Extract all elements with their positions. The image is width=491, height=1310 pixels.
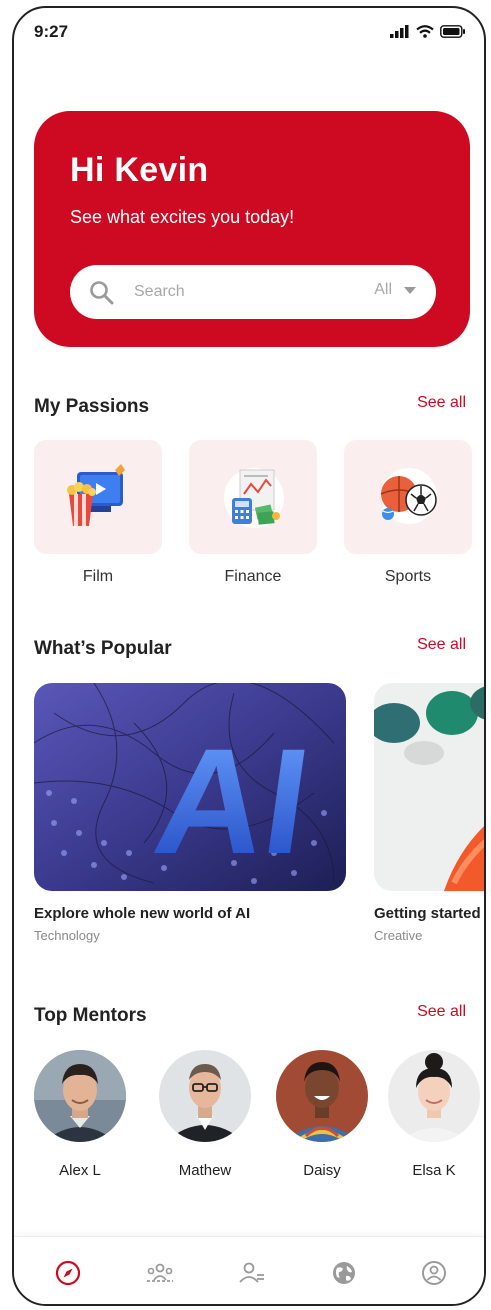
greeting-subtitle: See what excites you today! bbox=[70, 207, 295, 227]
status-time: 9:27 bbox=[34, 22, 69, 41]
popular-card-category: Technology bbox=[34, 928, 100, 943]
passion-label: Sports bbox=[384, 568, 432, 585]
sports-icon bbox=[380, 468, 437, 524]
avatar[interactable] bbox=[34, 1050, 126, 1142]
passions-see-all-link[interactable]: See all bbox=[417, 394, 466, 412]
passions-title: My Passions bbox=[34, 396, 150, 417]
mentor-name: Mathew bbox=[178, 1162, 232, 1179]
passion-label: Finance bbox=[224, 568, 282, 585]
passion-card[interactable] bbox=[344, 440, 472, 554]
mentor-item-elsa[interactable]: Elsa K bbox=[388, 1050, 480, 1179]
popular-card-category: Creative bbox=[374, 928, 423, 943]
greeting-title: Hi Kevin bbox=[70, 151, 209, 189]
profile-icon bbox=[422, 1261, 446, 1285]
tab-explore[interactable] bbox=[48, 1255, 88, 1291]
avatar[interactable] bbox=[276, 1050, 368, 1142]
popular-title: What’s Popular bbox=[34, 638, 172, 659]
tab-mentors[interactable] bbox=[232, 1255, 272, 1291]
phone-frame: 9:27 Hi Kevin See what excites you today bbox=[12, 6, 486, 1306]
mentor-item-alex[interactable]: Alex L bbox=[34, 1050, 126, 1179]
avatar[interactable] bbox=[159, 1050, 251, 1142]
filter-value: All bbox=[374, 281, 392, 298]
passion-item-finance[interactable]: Finance bbox=[189, 440, 317, 586]
popular-card-ai[interactable]: AI Explore whole new world of AI Technol… bbox=[34, 683, 346, 943]
popular-card-title: Explore whole new world of AI bbox=[34, 905, 251, 922]
mentors-title: Top Mentors bbox=[34, 1005, 147, 1026]
status-icons bbox=[390, 25, 466, 38]
passion-card[interactable] bbox=[34, 440, 162, 554]
popular-see-all-link[interactable]: See all bbox=[417, 636, 466, 654]
mentors-icon bbox=[239, 1262, 264, 1283]
popular-card-image[interactable] bbox=[374, 683, 484, 891]
mentor-name: Elsa K bbox=[412, 1162, 456, 1179]
passion-item-sports[interactable]: Sports bbox=[344, 440, 472, 586]
search-bar[interactable]: All bbox=[70, 265, 436, 319]
popular-card-image[interactable]: AI bbox=[34, 683, 346, 891]
finance-icon bbox=[224, 468, 284, 528]
search-input[interactable] bbox=[134, 281, 334, 303]
film-icon bbox=[67, 464, 125, 526]
compass-icon bbox=[55, 1260, 81, 1286]
passion-card[interactable] bbox=[189, 440, 317, 554]
passion-item-film[interactable]: Film bbox=[34, 440, 162, 586]
tab-discover[interactable] bbox=[324, 1255, 364, 1291]
chevron-down-icon bbox=[404, 286, 416, 294]
mentor-item-daisy[interactable]: Daisy bbox=[276, 1050, 368, 1179]
mentor-name: Alex L bbox=[59, 1162, 101, 1179]
mentors-see-all-link[interactable]: See all bbox=[417, 1003, 466, 1021]
globe-icon bbox=[333, 1262, 355, 1284]
popular-card-creative[interactable]: Getting started Creative bbox=[374, 683, 484, 943]
ai-image-text: AI bbox=[146, 718, 319, 885]
bottom-tab-bar bbox=[14, 1236, 484, 1304]
community-icon bbox=[147, 1263, 173, 1282]
search-filter-dropdown[interactable]: All bbox=[374, 281, 416, 299]
search-icon bbox=[88, 279, 116, 312]
mentor-name: Daisy bbox=[303, 1162, 341, 1179]
avatar[interactable] bbox=[388, 1050, 480, 1142]
signal-icon bbox=[390, 25, 409, 38]
passion-label: Film bbox=[82, 568, 114, 585]
wifi-icon bbox=[416, 25, 434, 38]
battery-icon bbox=[440, 25, 465, 38]
status-bar: 9:27 bbox=[14, 8, 484, 58]
mentor-item-mathew[interactable]: Mathew bbox=[159, 1050, 251, 1179]
tab-profile[interactable] bbox=[414, 1255, 454, 1291]
popular-card-title: Getting started bbox=[374, 905, 481, 922]
hero-banner: Hi Kevin See what excites you today! All bbox=[34, 111, 470, 347]
tab-community[interactable] bbox=[140, 1255, 180, 1291]
